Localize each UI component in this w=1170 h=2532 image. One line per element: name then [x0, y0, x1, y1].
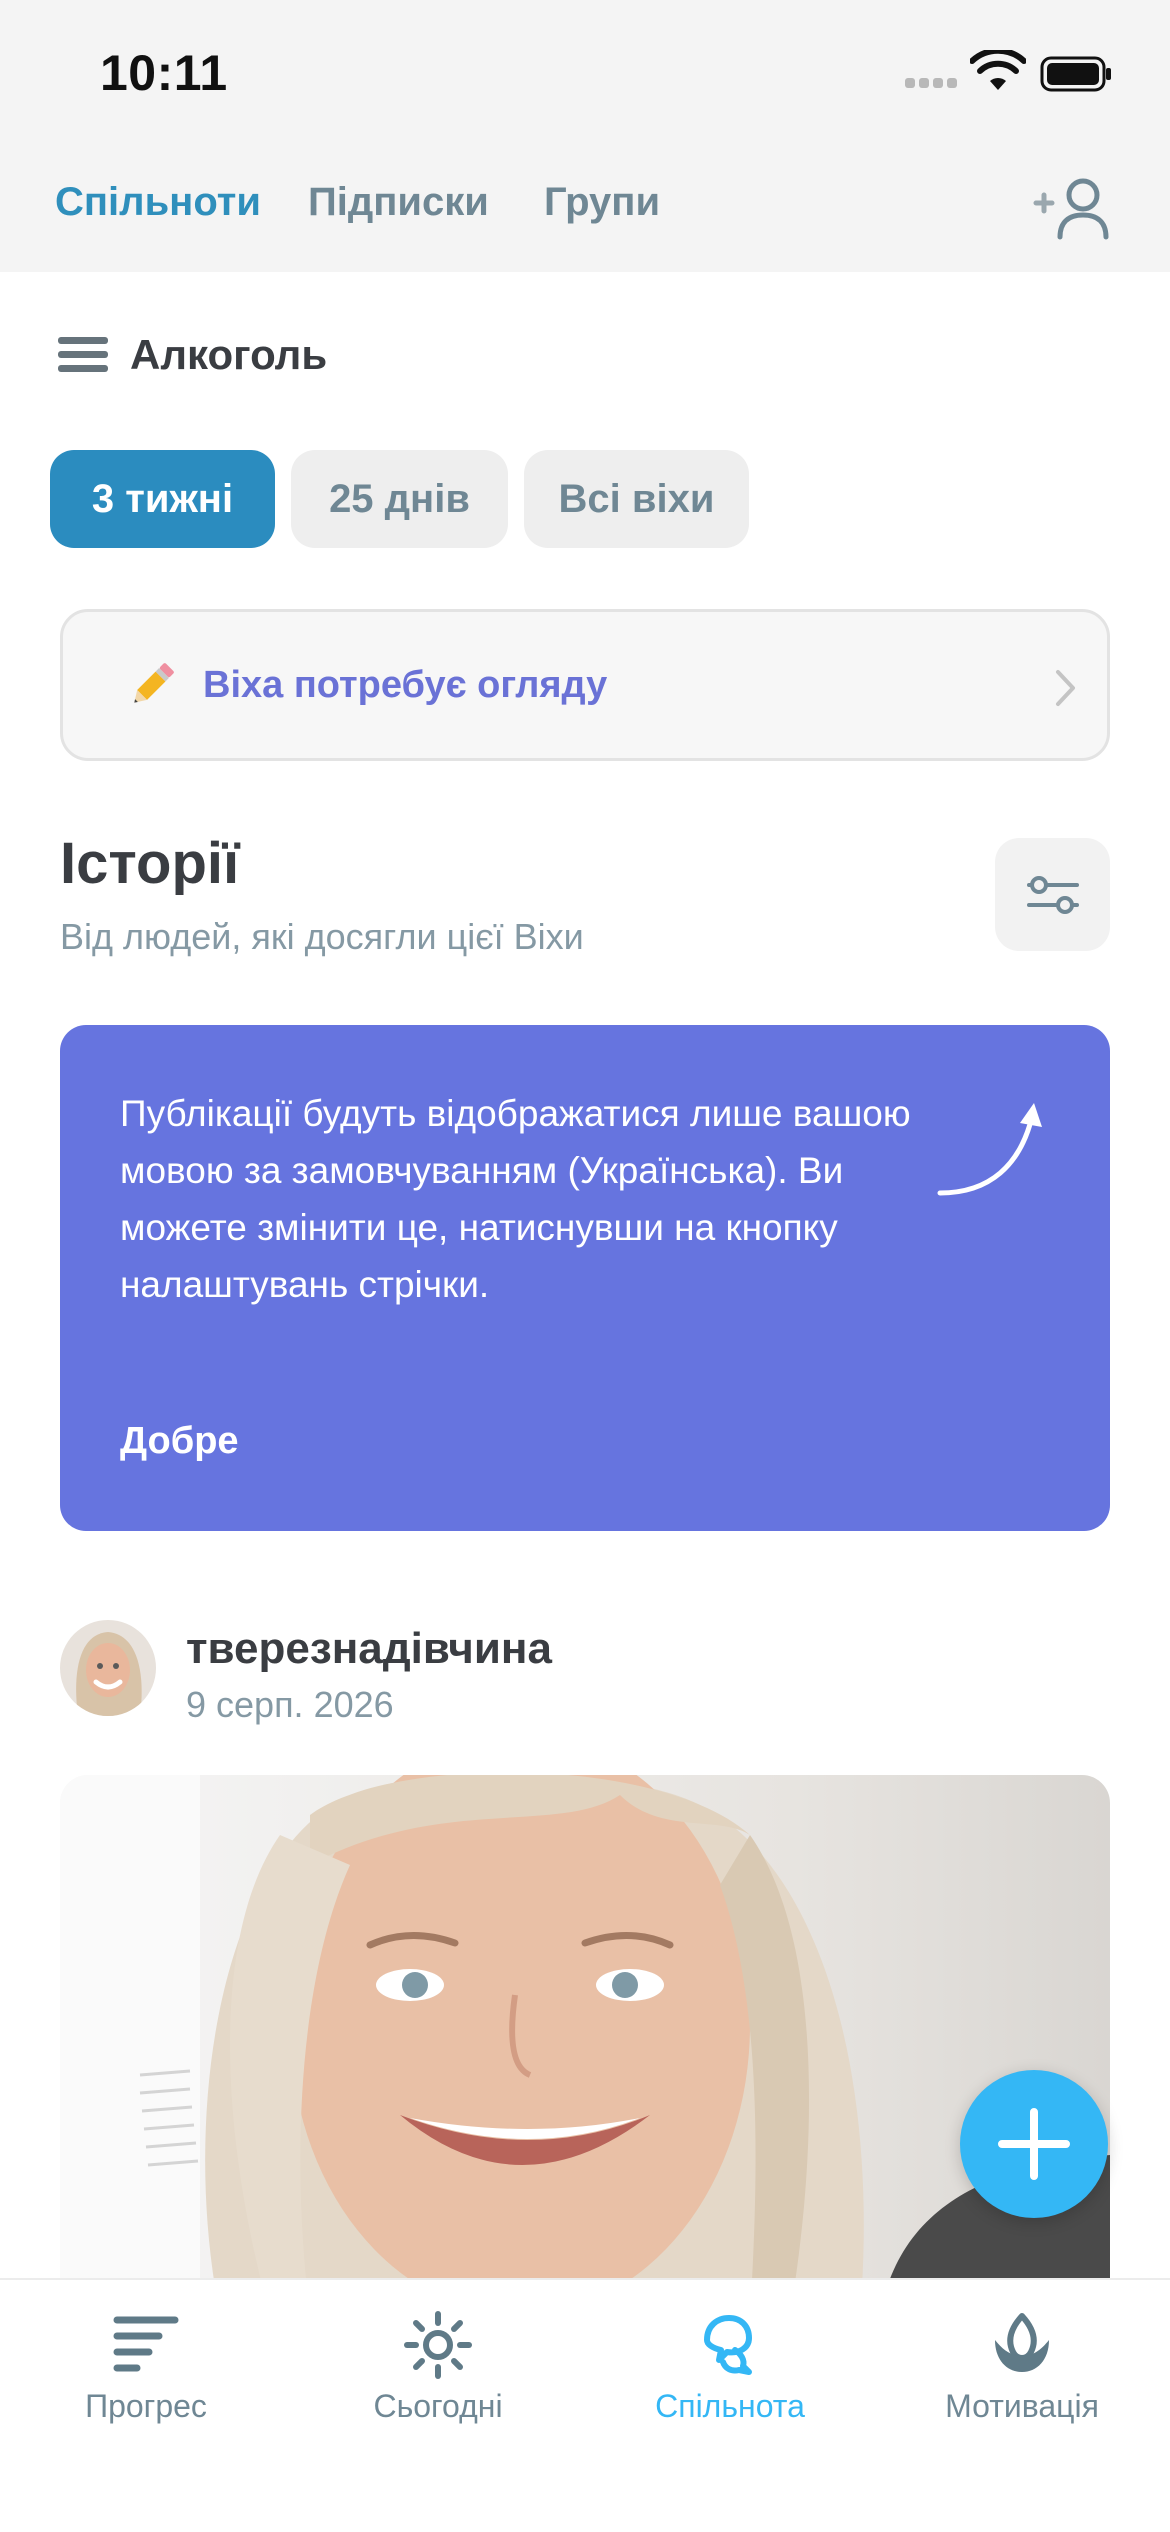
stories-subtitle: Від людей, які досягли цієї Віхи: [60, 916, 584, 957]
cellular-signal-icon: [905, 78, 959, 88]
chip-all-milestones[interactable]: Всі віхи: [524, 450, 749, 548]
section-selector[interactable]: Алкоголь: [58, 330, 327, 380]
post-username[interactable]: тверезнадівчина: [186, 1624, 552, 1674]
status-time: 10:11: [100, 45, 228, 101]
tab-community[interactable]: Спільнота: [584, 2280, 876, 2450]
tab-community-label: Спільнота: [655, 2388, 805, 2424]
language-notice-card: Публікації будуть відображатися лише ваш…: [60, 1025, 1110, 1531]
chevron-right-icon: [1056, 670, 1075, 706]
add-user-icon[interactable]: [1028, 175, 1118, 245]
progress-bars-icon: [113, 2316, 179, 2372]
post-photo[interactable]: [60, 1775, 1110, 2315]
sliders-icon: [1027, 876, 1079, 914]
post-date: 9 серп. 2026: [186, 1684, 394, 1725]
status-bar: 10:11: [0, 0, 1170, 150]
curved-arrow-icon: [937, 1103, 1042, 1196]
tab-motivation-label: Мотивація: [945, 2388, 1099, 2424]
community-icon: [704, 2315, 752, 2375]
review-banner-text: Віха потребує огляду: [203, 664, 608, 706]
tab-motivation[interactable]: Мотивація: [876, 2280, 1168, 2450]
tab-communities[interactable]: Спільноти: [55, 180, 261, 225]
tab-groups[interactable]: Групи: [544, 180, 660, 225]
tab-subscriptions[interactable]: Підписки: [308, 180, 489, 225]
stories-title: Історії: [60, 831, 240, 896]
tab-progress-label: Прогрес: [85, 2388, 207, 2424]
chip-25-days[interactable]: 25 днів: [291, 450, 508, 548]
milestone-chips: 3 тижні 25 днів Всі віхи: [50, 450, 749, 548]
tab-today-label: Сьогодні: [373, 2388, 503, 2424]
wifi-icon: [970, 50, 1026, 90]
lotus-icon: [995, 2313, 1049, 2372]
notice-ok-button[interactable]: Добре: [120, 1420, 239, 1463]
tab-today[interactable]: Сьогодні: [292, 2280, 584, 2450]
notice-text: Публікації будуть відображатися лише ваш…: [120, 1093, 911, 1305]
pencil-icon: [134, 663, 174, 703]
chip-3-weeks[interactable]: 3 тижні: [50, 450, 275, 548]
plus-icon: [998, 2108, 1070, 2180]
top-navigation: Спільноти Підписки Групи: [0, 150, 1170, 272]
avatar[interactable]: [60, 1620, 156, 1716]
tab-progress[interactable]: Прогрес: [0, 2280, 292, 2450]
add-post-button[interactable]: [960, 2070, 1108, 2218]
section-title: Алкоголь: [130, 331, 328, 378]
battery-icon: [1040, 56, 1111, 92]
post-header[interactable]: тверезнадівчина 9 серп. 2026: [60, 1620, 1110, 1725]
menu-icon[interactable]: [58, 337, 108, 373]
sun-icon: [404, 2311, 472, 2379]
milestone-review-banner[interactable]: Віха потребує огляду: [60, 609, 1110, 761]
bottom-tab-bar: Прогрес Сьогодні Спільнота Мотивація: [0, 2278, 1170, 2532]
feed-settings-button[interactable]: [995, 838, 1110, 951]
